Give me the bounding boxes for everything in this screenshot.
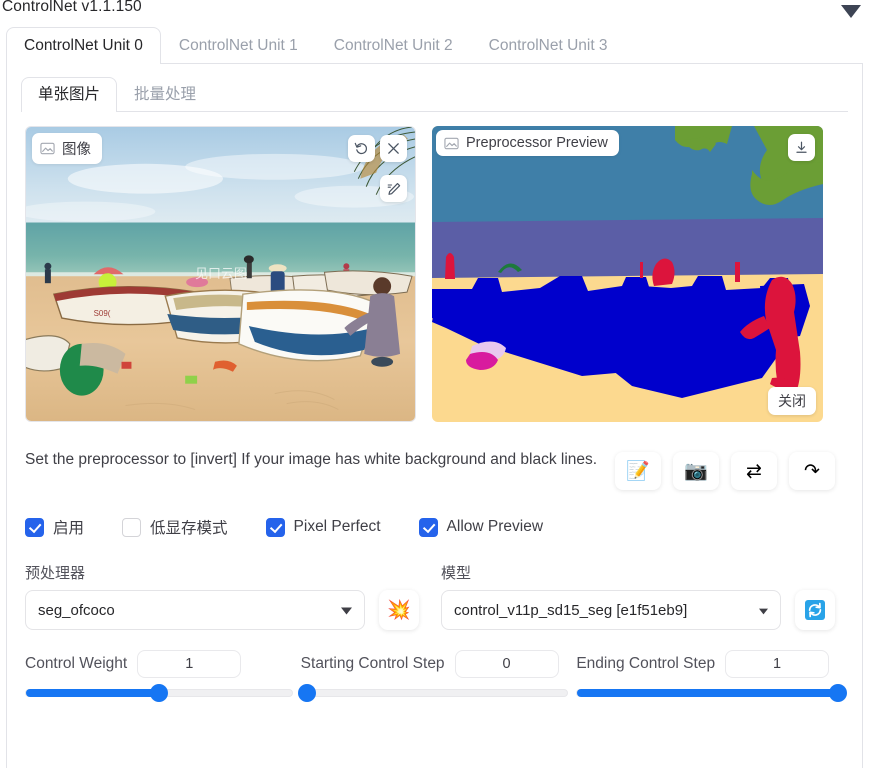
control-weight-cell: Control Weight 1 [25,650,293,702]
slider-row: Control Weight 1 Starting Control Step 0 [21,630,848,702]
checkbox-pixel-perfect-box[interactable] [265,517,285,537]
tab-controlnet-unit-1[interactable]: ControlNet Unit 1 [161,27,316,63]
chevron-down-icon [759,602,768,619]
chevron-down-icon[interactable] [839,0,863,22]
source-image-label-text: 图像 [62,142,91,158]
control-weight-head: Control Weight 1 [25,650,293,678]
refresh-models-button[interactable] [795,590,835,630]
tab-label: 批量处理 [134,86,197,103]
checkbox-low-vram[interactable]: 低显存模式 [122,516,228,538]
preprocessor-hint-text: Set the preprocessor to [invert] If your… [25,451,598,468]
tab-batch-process[interactable]: 批量处理 [117,77,213,111]
ending-control-step-slider[interactable] [576,684,847,702]
image-icon [40,142,55,155]
tab-controlnet-unit-2[interactable]: ControlNet Unit 2 [316,27,471,63]
preprocessor-preview-label: Preprocessor Preview [436,130,619,156]
starting-control-step-slider[interactable] [297,684,569,702]
starting-control-step-cell: Starting Control Step 0 [297,650,569,702]
tab-controlnet-unit-3[interactable]: ControlNet Unit 3 [471,27,626,63]
unit-panel-body: 单张图片 批量处理 S09(见口云图 图像 Preprocessor Prev… [6,64,863,768]
svg-text:S09(: S09( [94,309,111,318]
ending-control-step-head: Ending Control Step 1 [576,650,844,678]
checkbox-allow-preview[interactable]: Allow Preview [418,517,544,537]
preprocessor-preview-label-text: Preprocessor Preview [466,135,608,151]
chevron-down-icon [341,602,352,619]
svg-text:见口云图: 见口云图 [195,266,247,281]
control-weight-knob[interactable] [149,684,168,702]
image-icon [444,137,459,149]
edit-document-icon: 📝 [626,461,650,482]
preprocessor-label: 预处理器 [25,565,86,582]
starting-control-step-input[interactable]: 0 [454,650,559,678]
model-label: 模型 [441,565,472,582]
edit-pen-icon[interactable] [380,175,407,202]
action-button-group: 📝 📷 ⇄ ↷ [615,446,835,490]
checkbox-low-vram-box[interactable] [122,517,142,537]
close-preview-button[interactable]: 关闭 [768,387,816,415]
source-image-dropzone[interactable]: S09(见口云图 图像 [25,126,416,422]
refresh-icon [805,600,825,620]
controlnet-unit-tabs: ControlNet Unit 0 ControlNet Unit 1 Cont… [6,26,863,64]
tab-label: ControlNet Unit 1 [178,37,298,54]
camera-icon: 📷 [684,461,708,482]
control-weight-label: Control Weight [25,655,128,672]
model-select-row: 预处理器 seg_ofcoco 💥 模型 control_v11p_sd15_s… [21,538,848,630]
model-value: control_v11p_sd15_seg [e1f51eb9] [454,601,688,619]
send-arrow-icon: ↷ [804,460,820,482]
model-select[interactable]: control_v11p_sd15_seg [e1f51eb9] [441,590,781,630]
ending-control-step-label: Ending Control Step [576,655,716,672]
tab-label: ControlNet Unit 2 [333,37,453,54]
control-weight-input[interactable]: 1 [137,650,242,678]
page-title: ControlNet v1.1.150 [2,0,142,15]
tab-single-image[interactable]: 单张图片 [21,77,118,112]
explosion-icon: 💥 [387,600,411,621]
checkbox-enable[interactable]: 启用 [25,516,84,538]
checkbox-allow-preview-box[interactable] [418,517,438,537]
input-mode-tabs: 单张图片 批量处理 [21,76,848,112]
checkbox-pixel-perfect[interactable]: Pixel Perfect [265,517,381,537]
ending-control-step-input[interactable]: 1 [725,650,830,678]
tab-label: ControlNet Unit 3 [488,37,608,54]
tab-label: ControlNet Unit 0 [24,37,143,54]
options-checkbox-row: 启用 低显存模式 Pixel Perfect Allow Preview [21,490,848,538]
image-row: S09(见口云图 图像 Preprocessor Preview 关闭 [21,112,848,422]
panel-header: ControlNet v1.1.150 [0,0,869,26]
download-icon[interactable] [788,134,815,161]
tab-controlnet-unit-0[interactable]: ControlNet Unit 0 [6,27,161,64]
model-field: 模型 control_v11p_sd15_seg [e1f51eb9] [441,562,781,630]
close-icon[interactable] [380,135,407,162]
starting-control-step-knob[interactable] [297,684,316,702]
undo-icon[interactable] [348,135,375,162]
tab-label: 单张图片 [38,86,101,103]
swap-arrows-icon: ⇄ [746,460,762,482]
control-weight-fill [26,689,159,697]
run-preprocessor-button[interactable]: 💥 [379,590,419,630]
preprocessor-value: seg_ofcoco [38,601,115,619]
preprocessor-preview-box[interactable]: Preprocessor Preview 关闭 [432,126,823,422]
checkbox-allow-preview-label: Allow Preview [446,518,544,535]
source-photo: S09(见口云图 [26,127,415,421]
ending-control-step-knob[interactable] [828,684,847,702]
checkbox-pixel-perfect-label: Pixel Perfect [293,518,381,535]
checkbox-enable-label: 启用 [53,520,85,537]
segmentation-map [432,126,823,422]
starting-control-step-head: Starting Control Step 0 [301,650,569,678]
edit-document-button[interactable]: 📝 [615,452,661,490]
preprocessor-field: 预处理器 seg_ofcoco [25,562,365,630]
starting-control-step-label: Starting Control Step [300,655,445,672]
hint-row: Set the preprocessor to [invert] If your… [21,422,848,490]
camera-button[interactable]: 📷 [673,452,719,490]
send-arrow-button[interactable]: ↷ [789,452,835,490]
ending-control-step-cell: Ending Control Step 1 [576,650,847,702]
ending-control-step-fill [577,689,844,697]
checkbox-low-vram-label: 低显存模式 [150,520,228,537]
checkbox-enable-box[interactable] [25,517,44,537]
preprocessor-select[interactable]: seg_ofcoco [25,590,365,630]
control-weight-slider[interactable] [25,684,293,702]
swap-arrows-button[interactable]: ⇄ [731,452,777,490]
controlnet-panel: ControlNet v1.1.150 ControlNet Unit 0 Co… [0,0,869,768]
source-image-label: 图像 [32,133,102,164]
